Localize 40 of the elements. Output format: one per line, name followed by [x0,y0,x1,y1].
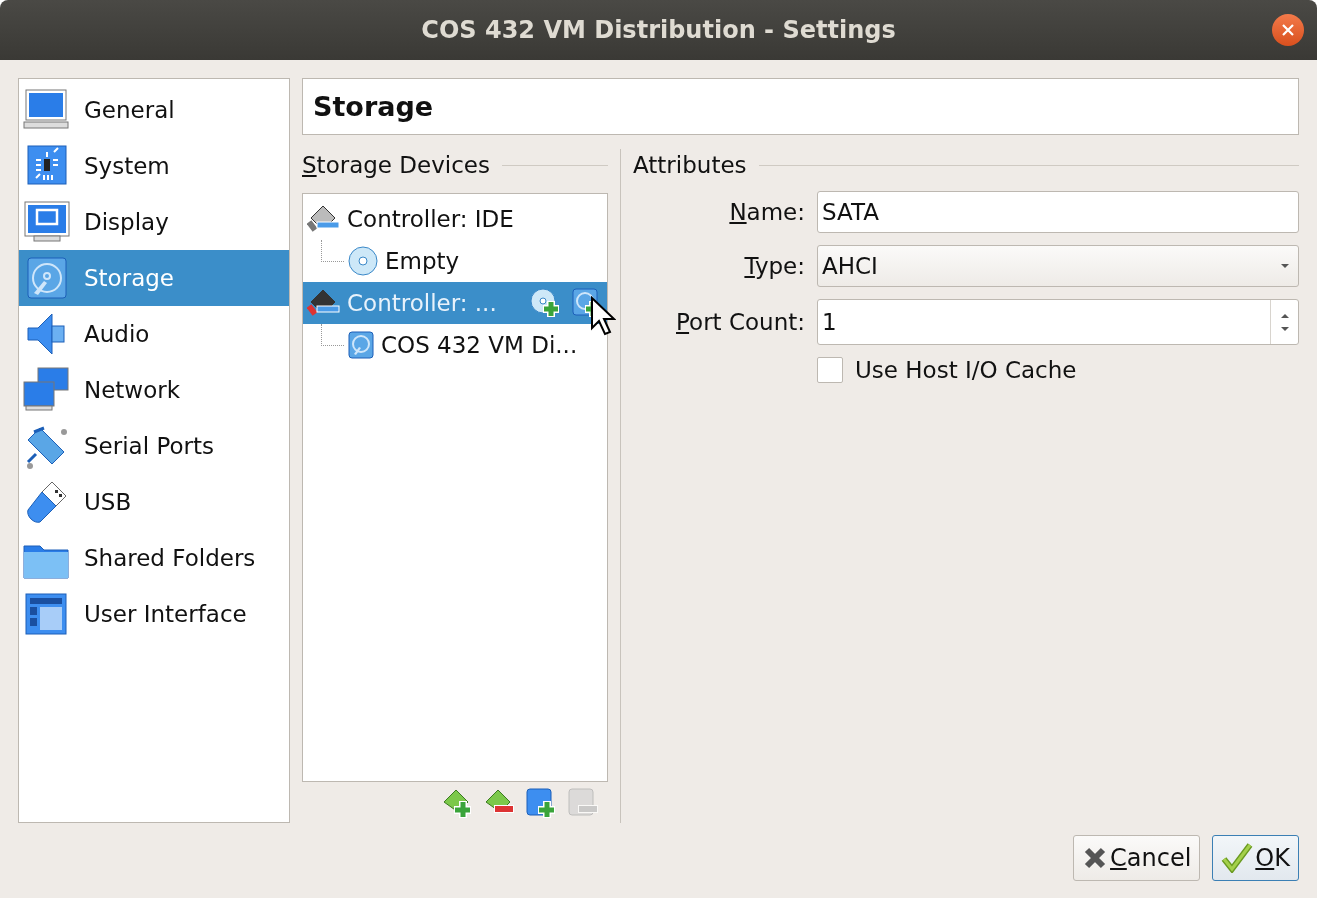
sidebar-item[interactable]: Serial Ports [19,418,289,474]
add-optical-drive-icon[interactable] [529,287,561,319]
window-icon [22,590,70,638]
group-heading: Attributes [633,152,747,178]
cancel-button[interactable]: Cancel [1073,835,1201,881]
sidebar-item[interactable]: System [19,138,289,194]
tree-item[interactable]: Empty [303,240,607,282]
optical-disc-icon [347,245,379,277]
sidebar-item[interactable]: USB [19,474,289,530]
spin-up-icon[interactable] [1280,312,1289,318]
add-attachment-button[interactable] [524,786,558,820]
close-button[interactable] [1272,14,1304,46]
port-count-spinbox[interactable]: 1 [817,299,1299,345]
sidebar-item[interactable]: User Interface [19,586,289,642]
controller-icon [307,204,341,234]
port-count-label: Port Count: [675,309,805,335]
spin-down-icon[interactable] [1280,326,1289,332]
sidebar-item[interactable]: Network [19,362,289,418]
controller-icon [307,288,341,318]
checkmark-icon [1221,843,1254,873]
sidebar-item[interactable]: General [19,82,289,138]
ok-button[interactable]: OK [1212,835,1299,881]
checkbox[interactable] [817,357,843,383]
name-input-field[interactable]: SATA [817,191,1299,233]
type-label: Type: [743,253,805,279]
checkbox-label: Use Host I/O Cache [855,357,1077,383]
close-icon [1281,23,1295,37]
sidebar-item[interactable]: Shared Folders [19,530,289,586]
sidebar-item[interactable]: Audio [19,306,289,362]
window-title: COS 432 VM Distribution - Settings [421,16,896,44]
sidebar-item[interactable]: Display [19,194,289,250]
tree-item[interactable]: COS 432 VM Di... [303,324,607,366]
page-title: Storage [313,91,434,122]
tree-item[interactable]: Controller: IDE [303,198,607,240]
sidebar-item[interactable]: Storage [19,250,289,306]
network-icon [22,366,70,414]
name-label: Name: [728,199,805,225]
type-dropdown[interactable]: AHCI [817,245,1299,287]
dropdown-caret-icon [1280,263,1290,269]
group-heading: Storage Devices [302,152,490,178]
